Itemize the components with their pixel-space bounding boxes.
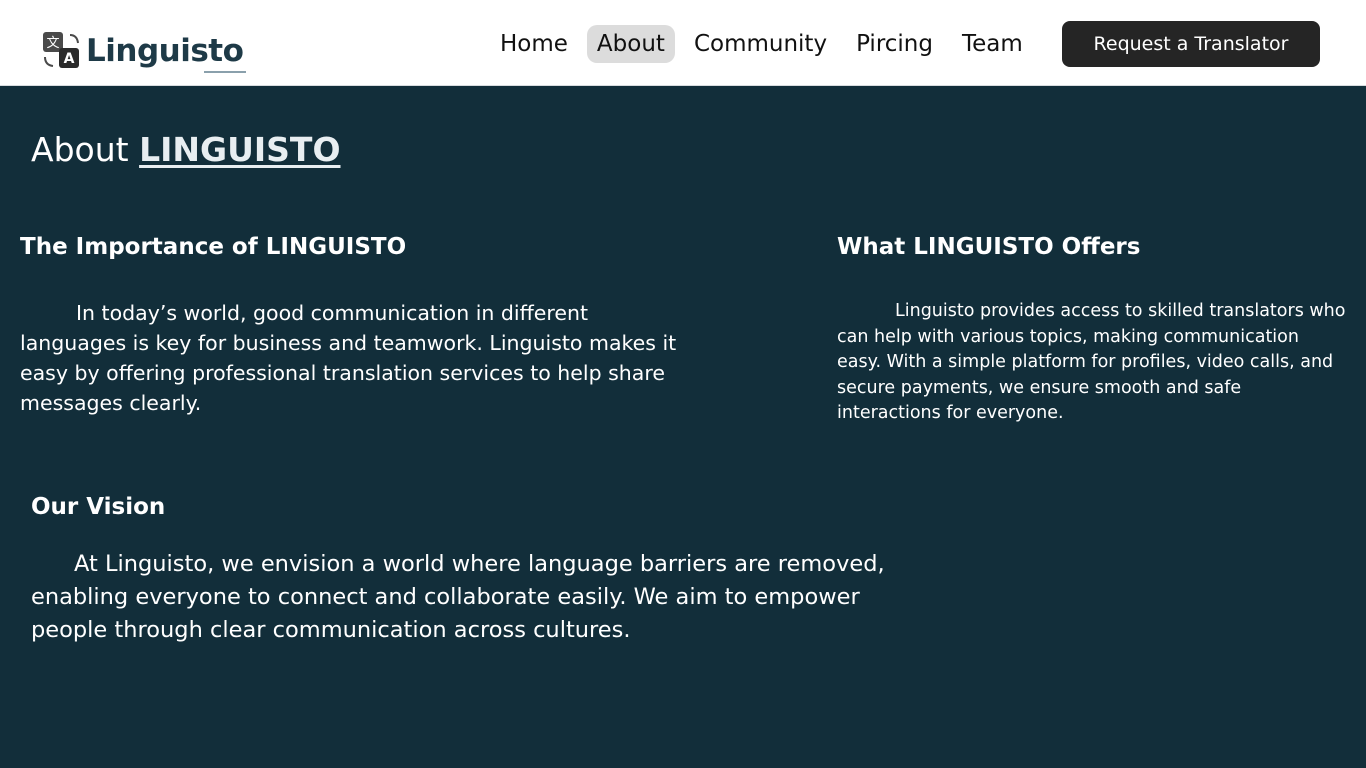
translate-icon: 文 A <box>43 32 79 68</box>
svg-text:A: A <box>64 51 75 67</box>
main-nav: Home About Community Pircing Team <box>490 22 1042 66</box>
importance-heading: The Importance of LINGUISTO <box>20 234 407 260</box>
request-translator-button[interactable]: Request a Translator <box>1062 21 1320 67</box>
importance-text: In today’s world, good communication in … <box>20 301 677 415</box>
svg-text:文: 文 <box>46 36 59 51</box>
offers-heading: What LINGUISTO Offers <box>837 234 1141 260</box>
logo-underline <box>204 71 246 73</box>
logo-link[interactable]: 文 A Linguisto <box>42 27 246 73</box>
nav-item-home[interactable]: Home <box>490 25 578 63</box>
vision-text: At Linguisto, we envision a world where … <box>31 551 885 643</box>
vision-heading: Our Vision <box>31 494 166 520</box>
nav-item-team[interactable]: Team <box>952 25 1033 63</box>
page-title: About LINGUISTO <box>31 130 341 169</box>
logo-text: Linguisto <box>86 33 244 69</box>
top-navigation-bar: 文 A Linguisto Home About Community Pirci… <box>0 0 1366 86</box>
nav-item-about[interactable]: About <box>586 25 675 63</box>
nav-item-pricing[interactable]: Pircing <box>846 25 943 63</box>
page-title-prefix: About <box>31 130 129 169</box>
page-title-brand: LINGUISTO <box>139 130 341 169</box>
nav-item-community[interactable]: Community <box>684 25 837 63</box>
offers-text: Linguisto provides access to skilled tra… <box>837 301 1346 423</box>
